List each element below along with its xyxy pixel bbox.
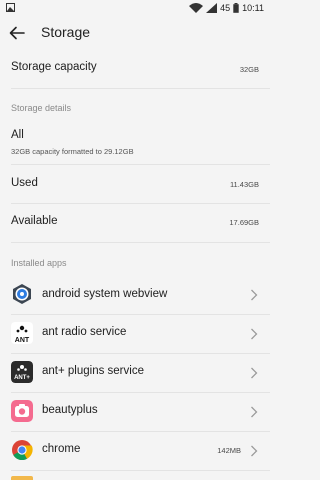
storage-capacity-row: Storage capacity 32GB [0,50,270,88]
app-size: 142MB [217,446,241,455]
clock: 10:11 [242,3,264,13]
storage-used-row[interactable]: Used 11.43GB [0,165,270,203]
storage-details-header: Storage details [11,103,72,113]
divider [11,242,270,243]
installed-apps-header: Installed apps [11,258,67,268]
battery-icon [233,3,239,13]
chevron-right-icon [251,367,258,379]
screenshot-notification-icon [6,3,15,12]
app-row-partial[interactable] [0,471,270,480]
app-name: chrome [42,443,81,455]
chevron-right-icon [251,289,258,301]
storage-all-subtitle: 32GB capacity formatted to 29.12GB [11,147,134,156]
app-name: android system webview [42,288,168,300]
storage-used-label: Used [11,177,38,189]
storage-all-row[interactable]: All 32GB capacity formatted to 29.12GB [0,120,270,164]
storage-available-value: 17.69GB [229,218,259,227]
app-row-chrome[interactable]: chrome 142MB [0,431,270,470]
chevron-right-icon [251,445,258,457]
svg-text:ANT+: ANT+ [14,375,30,381]
storage-available-row[interactable]: Available 17.69GB [0,204,270,242]
storage-capacity-value: 32GB [239,65,259,74]
signal-text: 45 [220,3,231,13]
status-bar: 45 10:11 [0,0,270,16]
app-name: ant+ plugins service [42,365,144,377]
storage-capacity-label: Storage capacity [11,61,97,73]
divider [11,88,270,89]
storage-used-value: 11.43GB [229,180,259,189]
storage-all-label: All [11,129,24,141]
app-icon [11,476,33,480]
app-row-android-system-webview[interactable]: android system webview [0,275,270,314]
back-arrow-icon[interactable] [8,24,26,42]
android-webview-icon [13,284,31,304]
ant-plus-icon: ANT+ [11,361,33,383]
app-row-ant-plus-plugins-service[interactable]: ANT+ ant+ plugins service [0,353,270,392]
storage-available-label: Available [11,215,58,227]
signal-icon [206,3,218,13]
app-row-beautyplus[interactable]: beautyplus [0,392,270,431]
chrome-icon [12,440,33,461]
chevron-right-icon [251,328,258,340]
app-name: beautyplus [42,404,98,416]
app-row-ant-radio-service[interactable]: ANT ant radio service [0,314,270,353]
app-bar: Storage [0,16,270,50]
chevron-right-icon [251,406,258,418]
svg-text:ANT: ANT [15,337,30,344]
wifi-icon [189,3,204,13]
app-name: ant radio service [42,326,127,338]
beautyplus-icon [11,400,33,422]
ant-radio-icon: ANT [11,322,33,344]
page-title: Storage [41,24,91,40]
